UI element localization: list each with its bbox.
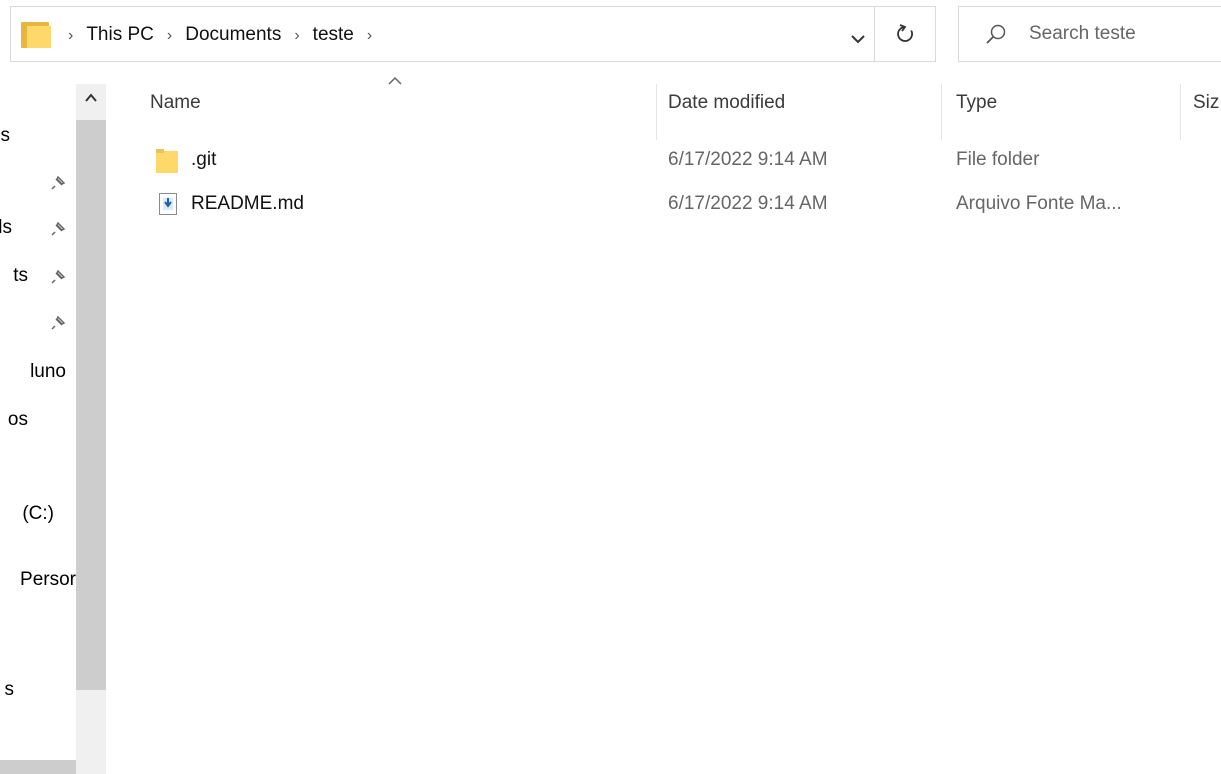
- nav-item-videos[interactable]: os: [0, 400, 76, 440]
- table-row[interactable]: README.md 6/17/2022 9:14 AM Arquivo Font…: [118, 184, 1221, 224]
- refresh-icon: [897, 24, 913, 42]
- column-header-date-modified[interactable]: Date modified: [668, 78, 785, 128]
- nav-item-label: s: [4, 679, 15, 700]
- nav-item-label: Persor: [20, 569, 76, 590]
- file-type: File folder: [956, 149, 1040, 170]
- column-divider[interactable]: [941, 84, 942, 140]
- file-date-modified: 6/17/2022 9:14 AM: [668, 193, 828, 214]
- pin-icon: [51, 221, 66, 236]
- pin-icon: [51, 269, 66, 284]
- markdown-file-icon: [159, 193, 177, 215]
- column-divider[interactable]: [1180, 84, 1181, 140]
- file-name[interactable]: .git: [191, 140, 216, 180]
- nav-item-aluno[interactable]: luno: [0, 352, 76, 392]
- search-input[interactable]: [1029, 23, 1219, 45]
- folder-icon: [156, 140, 178, 180]
- nav-item-pinned[interactable]: [0, 162, 76, 202]
- nav-horizontal-scrollbar[interactable]: [0, 760, 76, 774]
- nav-item-downloads[interactable]: ls: [0, 208, 76, 248]
- breadcrumb-teste[interactable]: teste: [313, 24, 354, 46]
- nav-item-quick-access[interactable]: ss: [0, 116, 76, 156]
- address-bar-row: › This PC › Documents › teste ›: [0, 0, 1221, 70]
- breadcrumb-separator[interactable]: ›: [294, 27, 299, 45]
- address-bar[interactable]: › This PC › Documents › teste ›: [10, 6, 884, 62]
- nav-item-label: ts: [13, 265, 28, 286]
- scrollbar-thumb[interactable]: [76, 120, 106, 690]
- breadcrumb-separator[interactable]: ›: [68, 27, 73, 45]
- breadcrumb-separator[interactable]: ›: [167, 27, 172, 45]
- breadcrumb-this-pc[interactable]: This PC: [86, 24, 154, 46]
- nav-item-documents[interactable]: ts: [0, 256, 76, 296]
- search-icon: [986, 24, 1006, 44]
- column-header-size[interactable]: Siz: [1193, 78, 1221, 128]
- refresh-button[interactable]: [874, 6, 936, 62]
- folder-icon: [156, 149, 178, 173]
- search-box[interactable]: [958, 6, 1221, 62]
- nav-item-drive-c[interactable]: (C:): [0, 494, 76, 534]
- column-header-row: Name Date modified Type Siz: [118, 76, 1221, 140]
- folder-icon: [21, 22, 52, 48]
- nav-item-pictures[interactable]: [0, 302, 76, 342]
- nav-item-personal[interactable]: Persor: [0, 560, 76, 600]
- pin-icon: [51, 175, 66, 190]
- table-row[interactable]: .git 6/17/2022 9:14 AM File folder: [118, 140, 1221, 180]
- nav-item-label: os: [7, 409, 28, 430]
- column-header-type[interactable]: Type: [956, 78, 997, 128]
- file-list: Name Date modified Type Siz .git 6/17/20…: [118, 70, 1221, 774]
- file-date-modified: 6/17/2022 9:14 AM: [668, 149, 828, 170]
- sort-ascending-icon: [388, 76, 402, 85]
- nav-item-label: (C:): [22, 503, 54, 524]
- nav-item-label: luno: [30, 361, 66, 382]
- nav-item-network[interactable]: s: [0, 670, 76, 710]
- scroll-up-icon[interactable]: [81, 88, 101, 108]
- chevron-down-icon[interactable]: [843, 24, 873, 54]
- pin-icon: [51, 315, 66, 330]
- file-type: Arquivo Fonte Ma...: [956, 193, 1122, 214]
- nav-scrollbar[interactable]: [76, 84, 106, 774]
- file-name[interactable]: README.md: [191, 184, 304, 224]
- nav-item-label: ls: [0, 217, 12, 238]
- markdown-file-icon: [159, 184, 177, 224]
- breadcrumb-separator[interactable]: ›: [367, 27, 372, 45]
- column-divider[interactable]: [656, 84, 657, 140]
- breadcrumb: › This PC › Documents › teste ›: [21, 7, 385, 63]
- nav-item-label: ss: [0, 125, 10, 146]
- column-header-name[interactable]: Name: [150, 78, 201, 128]
- breadcrumb-documents[interactable]: Documents: [185, 24, 281, 46]
